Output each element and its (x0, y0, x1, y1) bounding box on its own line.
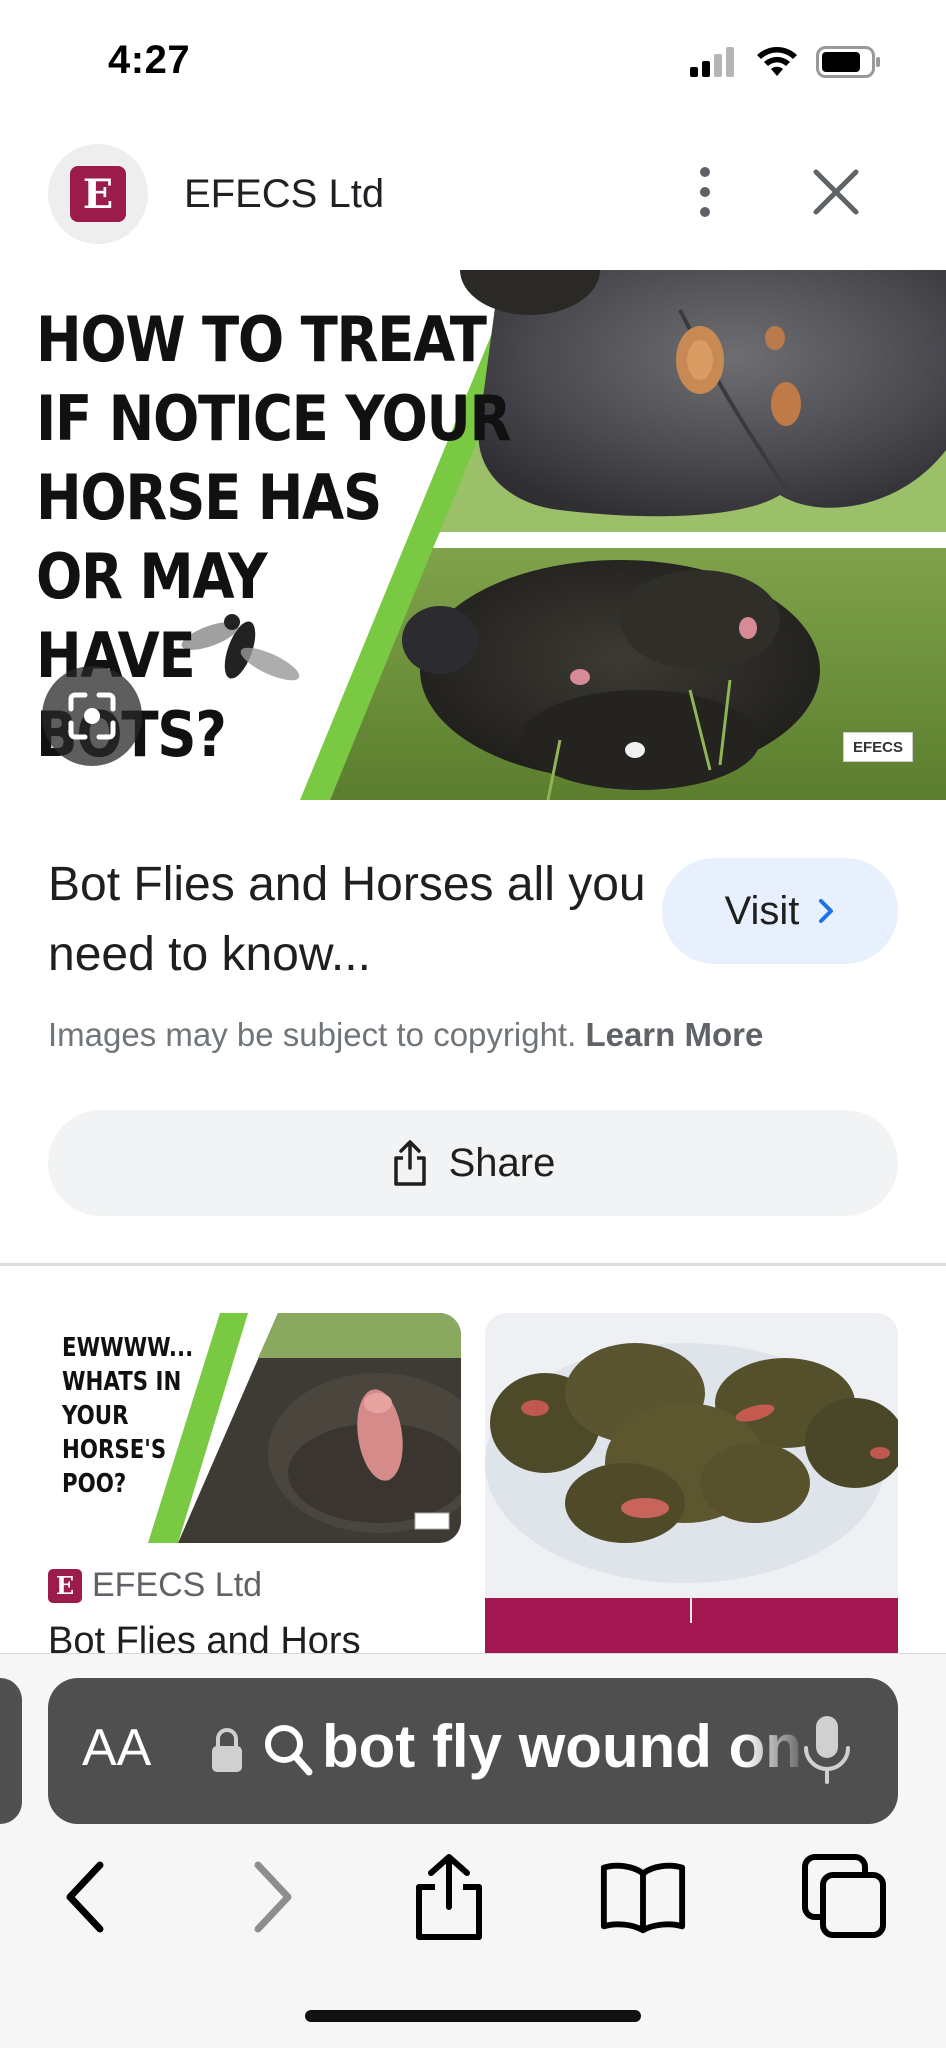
related-card[interactable] (485, 1313, 898, 1653)
close-icon[interactable] (808, 164, 864, 220)
share-label: Share (448, 1140, 556, 1185)
tabs-icon (802, 1854, 886, 1938)
signal-icon (690, 47, 734, 77)
previous-tab-edge[interactable] (0, 1678, 22, 1824)
share-button[interactable]: Share (48, 1110, 898, 1216)
bookmarks-icon (600, 1862, 686, 1934)
share-page-button[interactable] (404, 1852, 494, 1942)
related-card-source: E EFECS Ltd (48, 1566, 262, 1605)
visit-label: Visit (724, 888, 800, 933)
lock-icon (212, 1728, 242, 1772)
efecs-logo-icon: E (48, 1568, 82, 1603)
chevron-right-icon (819, 899, 834, 923)
reader-aa-button[interactable]: AA (82, 1718, 151, 1778)
lens-button[interactable] (42, 666, 142, 766)
divider (0, 1263, 946, 1266)
efecs-watermark: EFECS (843, 732, 913, 762)
back-icon (66, 1861, 104, 1933)
related-card[interactable]: EWWWW... WHATS IN YOUR HORSE'S POO? (48, 1313, 461, 1543)
visit-button[interactable]: Visit (662, 858, 898, 964)
site-logo[interactable]: E (48, 144, 148, 244)
related-card-caption: EWWWW... WHATS IN YOUR HORSE'S POO? (62, 1333, 194, 1499)
forward-icon (254, 1861, 292, 1933)
efecs-logo-icon: E (70, 166, 126, 222)
battery-icon (816, 46, 880, 78)
mic-icon[interactable] (800, 1712, 854, 1792)
address-text[interactable]: bot fly wound on horse (322, 1712, 812, 1781)
site-name[interactable]: EFECS Ltd (184, 172, 384, 217)
learn-more-link[interactable]: Learn More (585, 1016, 763, 1053)
status-time: 4:27 (108, 38, 191, 82)
related-card-image (485, 1313, 898, 1653)
back-button[interactable] (40, 1852, 130, 1942)
wifi-icon (757, 47, 797, 76)
status-icons (690, 46, 882, 78)
tabs-button[interactable] (800, 1852, 890, 1942)
more-options-button[interactable] (680, 162, 730, 222)
more-vert-icon (700, 167, 710, 177)
result-title[interactable]: Bot Flies and Horses all you need to kno… (48, 850, 648, 990)
lens-icon (68, 692, 116, 740)
bookmarks-button[interactable] (598, 1852, 688, 1942)
share-icon (393, 1140, 426, 1186)
home-indicator (305, 2010, 641, 2022)
copyright-notice: Images may be subject to copyright. Lear… (48, 1016, 764, 1053)
share-icon (416, 1854, 482, 1940)
forward-button[interactable] (228, 1852, 318, 1942)
header: E EFECS Ltd (0, 140, 946, 250)
hero-image[interactable]: HOW TO TREAT IF NOTICE YOUR HORSE HAS OR… (0, 270, 946, 800)
status-bar: 4:27 (0, 0, 946, 120)
address-bar[interactable]: AA bot fly wound on horse (48, 1678, 898, 1824)
search-icon (265, 1725, 313, 1776)
